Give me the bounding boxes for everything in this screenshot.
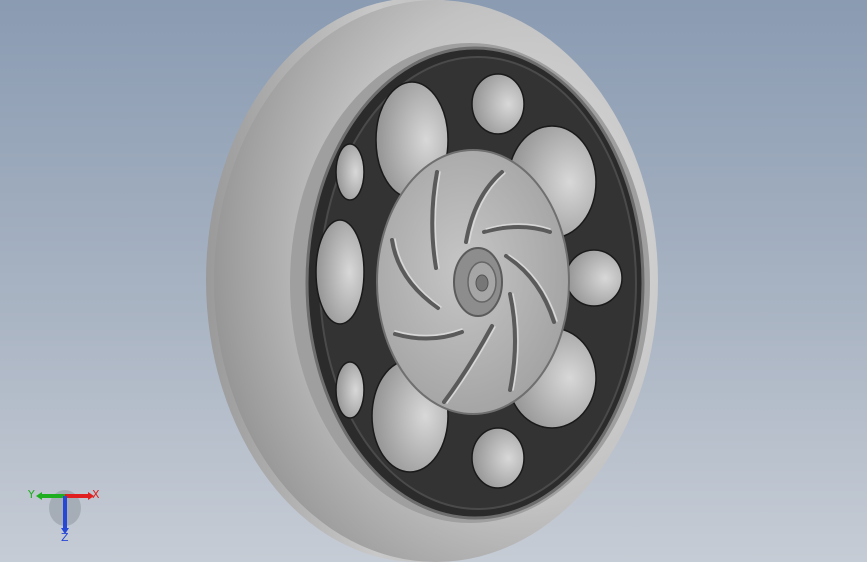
wheel-model[interactable] xyxy=(0,0,867,562)
triad-z-label: Z xyxy=(61,531,69,544)
axis-triad: X Y Z xyxy=(27,488,100,544)
axle-hole xyxy=(475,274,489,292)
triad-y-label: Y xyxy=(27,488,35,501)
triad-x-label: X xyxy=(92,488,100,501)
cad-viewport[interactable]: X Y Z xyxy=(0,0,867,562)
